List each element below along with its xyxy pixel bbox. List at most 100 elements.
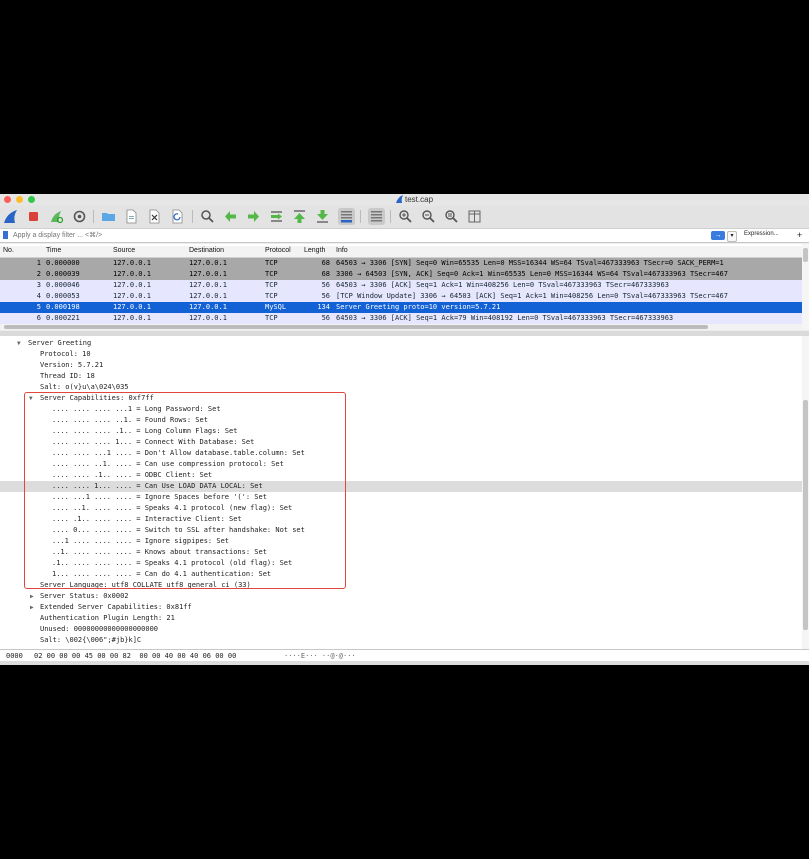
tree-item[interactable]: ▶ Extended Server Capabilities: 0x81ff [0, 602, 802, 613]
close-file-button[interactable] [146, 208, 163, 225]
close-window-button[interactable] [4, 196, 11, 203]
first-packet-button[interactable] [291, 208, 308, 225]
tree-item[interactable]: Version: 5.7.21 [0, 360, 802, 371]
tree-item[interactable]: .... .... .... 1... = Connect With Datab… [0, 437, 802, 448]
expression-button[interactable]: Expression... [744, 231, 779, 237]
tree-item[interactable]: .... 0... .... .... = Switch to SSL afte… [0, 525, 802, 536]
tree-item-text: Protocol: 10 [40, 350, 91, 358]
save-file-button[interactable] [123, 208, 140, 225]
tree-item[interactable]: .... .... .... ..1. = Found Rows: Set [0, 415, 802, 426]
autoscroll-button[interactable] [338, 208, 355, 225]
column-header[interactable]: No. [3, 247, 14, 254]
tree-item[interactable]: .... .... ...1 .... = Don't Allow databa… [0, 448, 802, 459]
go-forward-button[interactable] [245, 208, 262, 225]
packet-list-horizontal-scrollbar[interactable] [0, 324, 802, 330]
packet-source: 127.0.0.1 [113, 303, 151, 311]
colorize-button[interactable] [368, 208, 385, 225]
tree-item[interactable]: Protocol: 10 [0, 349, 802, 360]
packet-protocol: TCP [265, 292, 278, 300]
packet-row[interactable]: 1 0.000000 127.0.0.1 127.0.0.1 TCP 68 64… [0, 258, 802, 269]
stop-capture-button[interactable] [25, 208, 42, 225]
tree-item[interactable]: Salt: \002{\006";#jb}k]C [0, 635, 802, 646]
packet-row[interactable]: 2 0.000039 127.0.0.1 127.0.0.1 TCP 68 33… [0, 269, 802, 280]
packet-row-selected[interactable]: 5 0.000198 127.0.0.1 127.0.0.1 MySQL 134… [0, 302, 802, 313]
packet-destination: 127.0.0.1 [189, 292, 227, 300]
packet-row[interactable]: 6 0.000221 127.0.0.1 127.0.0.1 TCP 56 64… [0, 313, 802, 324]
tree-item[interactable]: ..1. .... .... .... = Knows about transa… [0, 547, 802, 558]
restart-capture-button[interactable] [48, 208, 65, 225]
packet-time: 0.000053 [46, 292, 80, 300]
resize-columns-button[interactable] [466, 208, 483, 225]
zoom-in-button[interactable] [397, 208, 414, 225]
details-vertical-scrollbar[interactable] [802, 336, 809, 649]
tree-item[interactable]: Authentication Plugin Length: 21 [0, 613, 802, 624]
go-to-packet-button[interactable] [268, 208, 285, 225]
last-packet-icon [317, 210, 328, 223]
tree-item[interactable]: .... .... .1.. .... = ODBC Client: Set [0, 470, 802, 481]
tree-item[interactable]: .... ...1 .... .... = Ignore Spaces befo… [0, 492, 802, 503]
tree-item[interactable]: Salt: o(v}u\a\024\035 [0, 382, 802, 393]
packet-protocol: TCP [265, 259, 278, 267]
tree-item[interactable]: ▼ Server Greeting [0, 338, 802, 349]
tree-item[interactable]: ▼ Server Capabilities: 0xf7ff [0, 393, 802, 404]
column-header[interactable]: Protocol [265, 247, 291, 254]
tree-item[interactable]: .... .... ..1. .... = Can use compressio… [0, 459, 802, 470]
tree-item[interactable]: .... ..1. .... .... = Speaks 4.1 protoco… [0, 503, 802, 514]
filter-history-dropdown[interactable]: ▾ [727, 231, 737, 242]
open-folder-icon [102, 213, 115, 221]
tree-item[interactable]: .... .... 1... .... = Can Use LOAD DATA … [0, 481, 802, 492]
packet-list-vertical-scrollbar[interactable] [802, 244, 809, 330]
tree-item[interactable]: Server Language: utf8 COLLATE utf8_gener… [0, 580, 802, 591]
tree-item[interactable]: 1... .... .... .... = Can do 4.1 authent… [0, 569, 802, 580]
forward-arrow-icon [248, 211, 259, 222]
apply-filter-button[interactable]: → [711, 231, 725, 240]
tree-item[interactable]: Thread ID: 18 [0, 371, 802, 382]
zoom-out-button[interactable] [420, 208, 437, 225]
colorize-icon [371, 211, 382, 222]
tree-item-text: .... .... 1... .... = Can Use LOAD DATA … [52, 482, 263, 490]
tree-item[interactable]: ...1 .... .... .... = Ignore sigpipes: S… [0, 536, 802, 547]
packet-row[interactable]: 4 0.000053 127.0.0.1 127.0.0.1 TCP 56 [T… [0, 291, 802, 302]
reload-icon [172, 209, 183, 224]
zoom-out-icon [422, 210, 435, 223]
go-back-button[interactable] [222, 208, 239, 225]
find-packet-button[interactable] [199, 208, 216, 225]
column-header[interactable]: Time [46, 247, 61, 254]
tree-item[interactable]: .... .... .... ...1 = Long Password: Set [0, 404, 802, 415]
scrollbar-thumb[interactable] [803, 248, 808, 262]
zoom-window-button[interactable] [28, 196, 35, 203]
start-capture-button[interactable] [2, 208, 19, 225]
normal-size-button[interactable] [443, 208, 460, 225]
tree-item-text: ..1. .... .... .... = Knows about transa… [52, 548, 267, 556]
tree-item[interactable]: Unused: 00000000000000000000 [0, 624, 802, 635]
minimize-window-button[interactable] [16, 196, 23, 203]
display-filter-input[interactable] [3, 230, 745, 240]
packet-protocol: TCP [265, 281, 278, 289]
collapsed-triangle-icon[interactable]: ▶ [30, 591, 34, 602]
last-packet-button[interactable] [314, 208, 331, 225]
packet-details-tree: ▼ Server Greeting Protocol: 10 Version: 5.7… [0, 336, 802, 649]
tree-item[interactable]: .... .1.. .... .... = Interactive Client… [0, 514, 802, 525]
column-header[interactable]: Source [113, 247, 135, 254]
tree-item[interactable]: .1.. .... .... .... = Speaks 4.1 protoco… [0, 558, 802, 569]
packet-row[interactable]: 3 0.000046 127.0.0.1 127.0.0.1 TCP 56 64… [0, 280, 802, 291]
packet-protocol: TCP [265, 314, 278, 322]
scrollbar-thumb[interactable] [4, 325, 708, 329]
packet-list-header: No. Time Source Destination Protocol Len… [0, 246, 802, 258]
column-header[interactable]: Destination [189, 247, 224, 254]
expanded-triangle-icon[interactable]: ▼ [17, 338, 21, 349]
column-header[interactable]: Info [336, 247, 348, 254]
tree-item[interactable]: .... .... .... .1.. = Long Column Flags:… [0, 426, 802, 437]
scrollbar-thumb[interactable] [803, 400, 808, 630]
tree-item[interactable]: ▶ Server Status: 0x0002 [0, 591, 802, 602]
tree-item-text: .... 0... .... .... = Switch to SSL afte… [52, 526, 305, 534]
collapsed-triangle-icon[interactable]: ▶ [30, 602, 34, 613]
expanded-triangle-icon[interactable]: ▼ [29, 393, 33, 404]
column-header[interactable]: Length [304, 247, 325, 254]
reload-file-button[interactable] [169, 208, 186, 225]
open-file-button[interactable] [100, 208, 117, 225]
capture-options-button[interactable] [71, 208, 88, 225]
packet-length: 56 [321, 314, 330, 322]
packet-length: 56 [321, 292, 330, 300]
add-filter-button[interactable]: + [797, 230, 802, 240]
